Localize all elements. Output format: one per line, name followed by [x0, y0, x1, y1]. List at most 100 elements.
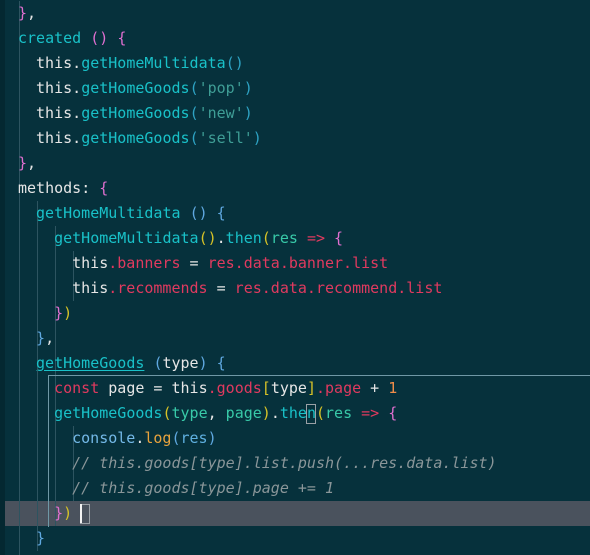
code-token: (: [189, 79, 199, 97]
code-token: getHomeGoods: [54, 404, 163, 422]
code-line[interactable]: console.log(res): [0, 426, 590, 451]
code-token: {: [216, 204, 226, 222]
code-line[interactable]: this.getHomeGoods('pop'): [0, 76, 590, 101]
code-token: this: [36, 54, 73, 72]
code-token: type: [270, 379, 307, 397]
code-line[interactable]: getHomeMultidata () {: [0, 201, 590, 226]
code-token: res: [270, 229, 298, 247]
code-line[interactable]: getHomeMultidata().then(res => {: [0, 226, 590, 251]
code-line[interactable]: created () {: [0, 26, 590, 51]
code-token: .: [216, 229, 226, 247]
code-token: (: [171, 429, 181, 447]
code-token: ): [63, 504, 73, 522]
code-token: banner: [288, 254, 344, 272]
code-line[interactable]: this.getHomeGoods('new'): [0, 101, 590, 126]
code-line[interactable]: },: [0, 1, 590, 26]
code-token: getHomeGoods: [81, 104, 190, 122]
code-token: // this.goods[type].list.push(...res.dat…: [72, 454, 497, 472]
code-token: recommends: [117, 279, 208, 297]
code-line[interactable]: getHomeGoods (type) {: [0, 351, 590, 376]
code-token: methods: [18, 179, 82, 197]
code-token: {: [99, 179, 109, 197]
code-token: page: [108, 379, 145, 397]
code-token: ): [198, 354, 208, 372]
code-line[interactable]: getHomeGoods(type, page).then(res => {: [0, 401, 590, 426]
code-token: 1: [388, 379, 398, 397]
code-token: =>: [306, 229, 326, 247]
code-token: res: [325, 404, 353, 422]
code-line[interactable]: this.getHomeGoods('sell'): [0, 126, 590, 151]
code-line[interactable]: }): [0, 501, 590, 526]
code-token: page: [225, 404, 262, 422]
text-caret: [80, 504, 83, 523]
code-token: const: [54, 379, 100, 397]
code-token: 'new': [198, 104, 244, 122]
code-line[interactable]: this.getHomeMultidata(): [0, 51, 590, 76]
code-token: ): [207, 429, 217, 447]
code-line[interactable]: }: [0, 551, 590, 555]
code-line[interactable]: },: [0, 151, 590, 176]
code-token: 'sell': [198, 129, 253, 147]
code-token: .: [343, 254, 353, 272]
code-line[interactable]: },: [0, 326, 590, 351]
code-editor[interactable]: }, created () {this.getHomeMultidata() thi…: [0, 0, 590, 555]
code-token: .: [261, 279, 271, 297]
code-token: then: [279, 404, 316, 422]
code-token: (: [189, 104, 199, 122]
code-token: type: [162, 354, 199, 372]
code-token: (: [225, 54, 235, 72]
code-line[interactable]: this.recommends = res.data.recommend.lis…: [0, 276, 590, 301]
code-token: {: [334, 229, 344, 247]
code-token: ): [243, 104, 253, 122]
code-token: .: [306, 279, 316, 297]
code-token: // this.goods[type].page += 1: [72, 479, 335, 497]
code-token: getHomeMultidata: [54, 229, 199, 247]
code-line[interactable]: const page = this.goods[type].page + 1: [0, 376, 590, 401]
code-text-layer[interactable]: }, created () {this.getHomeMultidata() thi…: [0, 0, 590, 555]
code-token: ,: [27, 154, 37, 172]
code-token: type: [171, 404, 208, 422]
code-token: this: [171, 379, 208, 397]
code-line[interactable]: // this.goods[type].list.push(...res.dat…: [0, 451, 590, 476]
code-token: :: [81, 179, 91, 197]
code-token: =: [144, 379, 172, 397]
code-token: data: [243, 254, 280, 272]
code-line[interactable]: methods: {: [0, 176, 590, 201]
code-token: (: [261, 229, 271, 247]
code-token: .: [315, 379, 326, 397]
code-token: ): [207, 229, 217, 247]
code-token: this: [36, 104, 73, 122]
code-token: }: [18, 154, 28, 172]
code-token: (: [90, 29, 100, 47]
code-line[interactable]: // this.goods[type].page += 1: [0, 476, 590, 501]
code-token: (: [153, 354, 163, 372]
code-token: list: [352, 254, 389, 272]
code-token: }: [54, 504, 64, 522]
code-token: ,: [45, 329, 55, 347]
code-line[interactable]: }): [0, 301, 590, 326]
code-token: =: [207, 279, 235, 297]
code-token: {: [388, 404, 398, 422]
code-token: }: [18, 551, 27, 555]
code-line[interactable]: this.banners = res.data.banner.list: [0, 251, 590, 276]
code-token: res: [234, 279, 262, 297]
code-token: ): [63, 304, 73, 322]
code-token: }: [36, 329, 46, 347]
code-token: }: [54, 304, 64, 322]
code-line[interactable]: }: [0, 526, 590, 551]
code-token: {: [117, 29, 127, 47]
code-token: log: [144, 429, 172, 447]
code-token: (: [162, 404, 172, 422]
code-token: =: [180, 254, 208, 272]
code-token: .: [72, 79, 82, 97]
code-token: .: [72, 129, 82, 147]
